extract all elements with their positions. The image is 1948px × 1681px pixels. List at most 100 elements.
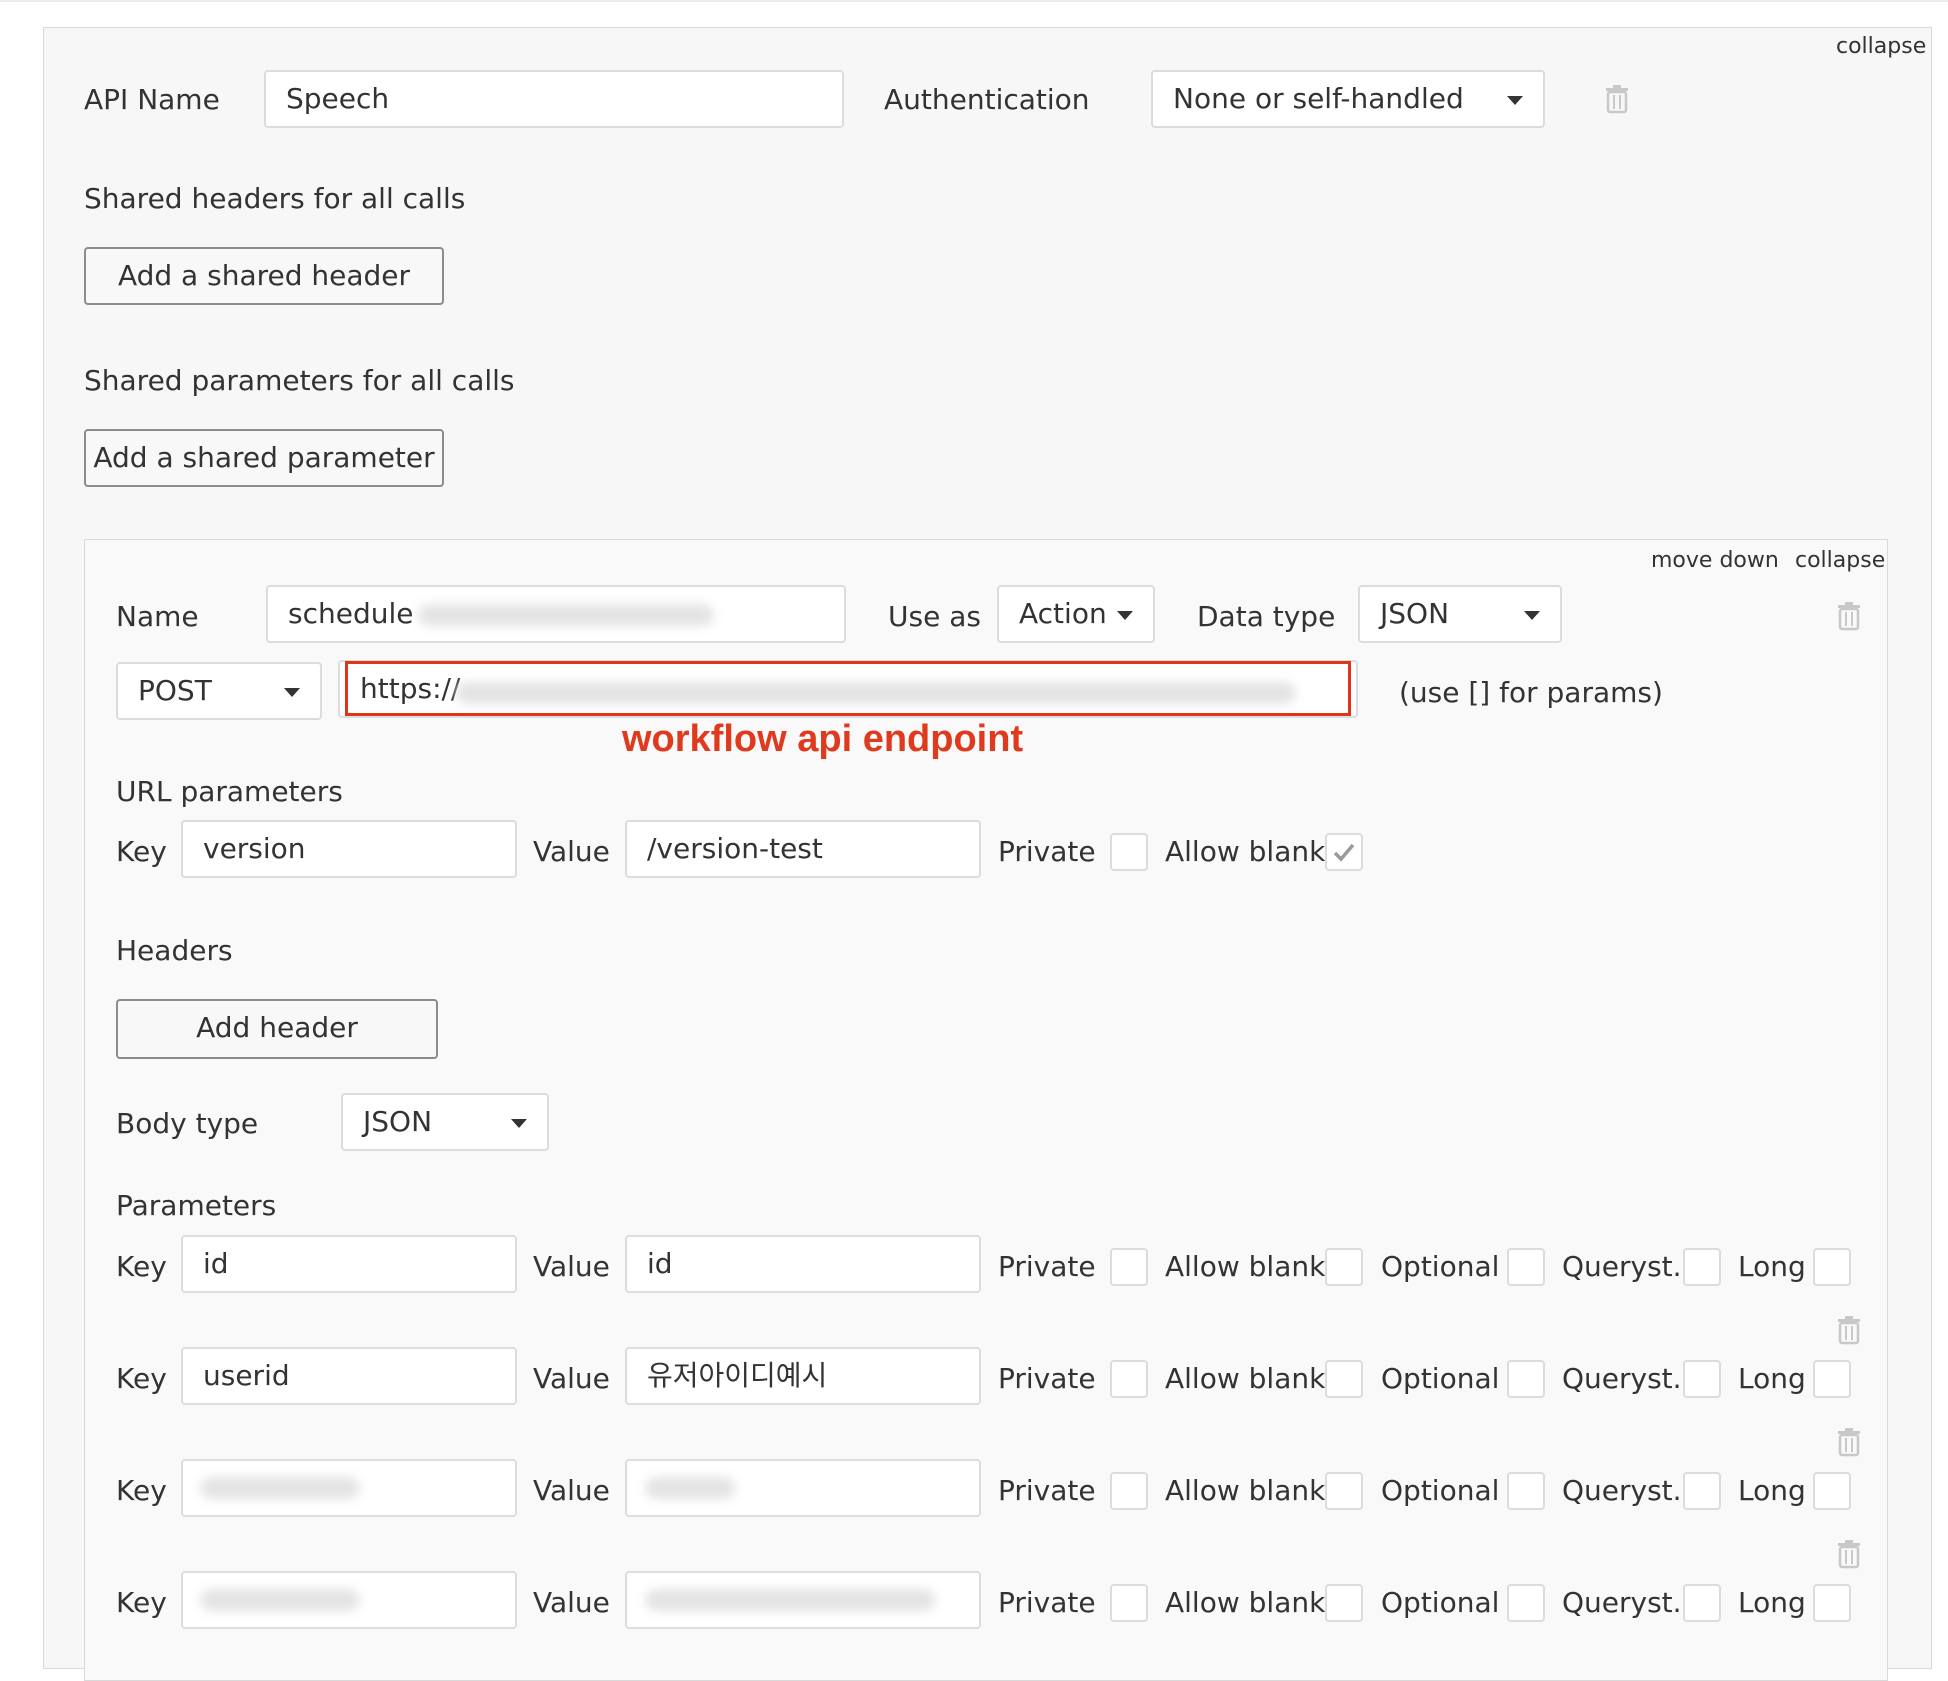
value-label: Value — [533, 1474, 610, 1507]
private-checkbox[interactable] — [1110, 1248, 1148, 1286]
private-checkbox[interactable] — [1110, 1472, 1148, 1510]
api-name-value: Speech — [286, 82, 390, 115]
data-type-select[interactable]: JSON — [1358, 585, 1562, 643]
url-highlight-box — [345, 661, 1351, 716]
private-label: Private — [998, 835, 1096, 868]
private-checkbox[interactable] — [1110, 1360, 1148, 1398]
add-shared-parameter-button[interactable]: Add a shared parameter — [84, 429, 444, 487]
use-as-label: Use as — [888, 600, 981, 633]
optional-checkbox[interactable] — [1507, 1472, 1545, 1510]
redacted-text — [200, 1477, 360, 1499]
call-name-label: Name — [116, 600, 199, 633]
param-key-input[interactable]: userid — [181, 1347, 517, 1405]
value-label: Value — [533, 835, 610, 868]
call-collapse-link[interactable]: collapse — [1795, 548, 1885, 574]
querystring-checkbox[interactable] — [1683, 1584, 1721, 1622]
private-label: Private — [998, 1250, 1096, 1283]
trash-icon[interactable] — [1836, 1315, 1862, 1345]
optional-label: Optional — [1381, 1250, 1500, 1283]
value-label: Value — [533, 1586, 610, 1619]
redacted-text — [200, 1589, 360, 1611]
queryst-label: Queryst. — [1562, 1362, 1682, 1395]
url-param-value-value: /version-test — [647, 832, 823, 865]
chevron-down-icon — [284, 688, 300, 697]
param-value-input[interactable]: id — [625, 1235, 981, 1293]
checkmark-icon — [1333, 843, 1355, 862]
key-label: Key — [116, 1362, 167, 1395]
private-label: Private — [998, 1586, 1096, 1619]
queryst-label: Queryst. — [1562, 1250, 1682, 1283]
shared-headers-label: Shared headers for all calls — [84, 182, 466, 215]
data-type-value: JSON — [1380, 597, 1450, 630]
api-name-input[interactable]: Speech — [264, 70, 844, 128]
allow-blank-checkbox[interactable] — [1325, 1248, 1363, 1286]
allow-blank-checkbox[interactable] — [1325, 833, 1363, 871]
value-label: Value — [533, 1362, 610, 1395]
allow-blank-label: Allow blank — [1165, 1250, 1326, 1283]
redacted-text — [418, 604, 714, 626]
key-label: Key — [116, 1586, 167, 1619]
long-label: Long — [1738, 1362, 1806, 1395]
long-checkbox[interactable] — [1813, 1472, 1851, 1510]
api-name-label: API Name — [84, 83, 220, 116]
allow-blank-label: Allow blank — [1165, 1474, 1326, 1507]
trash-icon[interactable] — [1604, 84, 1630, 114]
url-param-value-input[interactable]: /version-test — [625, 820, 981, 878]
chevron-down-icon — [1117, 611, 1133, 620]
trash-icon[interactable] — [1836, 601, 1862, 631]
long-checkbox[interactable] — [1813, 1584, 1851, 1622]
authentication-value: None or self-handled — [1173, 82, 1464, 115]
allow-blank-checkbox[interactable] — [1325, 1360, 1363, 1398]
param-value-value: id — [647, 1247, 673, 1280]
long-label: Long — [1738, 1250, 1806, 1283]
private-checkbox[interactable] — [1110, 1584, 1148, 1622]
long-checkbox[interactable] — [1813, 1248, 1851, 1286]
url-param-key-value: version — [203, 832, 306, 865]
url-param-key-input[interactable]: version — [181, 820, 517, 878]
optional-label: Optional — [1381, 1474, 1500, 1507]
key-label: Key — [116, 1250, 167, 1283]
http-method-select[interactable]: POST — [116, 662, 322, 720]
param-key-input[interactable]: id — [181, 1235, 517, 1293]
private-label: Private — [998, 1362, 1096, 1395]
redacted-text — [645, 1589, 935, 1611]
param-value-input[interactable]: 유저아이디예시 — [625, 1347, 981, 1405]
authentication-select[interactable]: None or self-handled — [1151, 70, 1545, 128]
body-type-select[interactable]: JSON — [341, 1093, 549, 1151]
chevron-down-icon — [1507, 96, 1523, 105]
data-type-label: Data type — [1197, 600, 1336, 633]
optional-checkbox[interactable] — [1507, 1248, 1545, 1286]
trash-icon[interactable] — [1836, 1539, 1862, 1569]
url-parameters-label: URL parameters — [116, 775, 343, 808]
use-as-value: Action — [1019, 597, 1107, 630]
queryst-label: Queryst. — [1562, 1474, 1682, 1507]
trash-icon[interactable] — [1836, 1427, 1862, 1457]
add-shared-header-button[interactable]: Add a shared header — [84, 247, 444, 305]
allow-blank-checkbox[interactable] — [1325, 1472, 1363, 1510]
queryst-label: Queryst. — [1562, 1586, 1682, 1619]
redacted-text — [645, 1477, 735, 1499]
querystring-checkbox[interactable] — [1683, 1360, 1721, 1398]
top-border — [0, 0, 1948, 2]
allow-blank-label: Allow blank — [1165, 1586, 1326, 1619]
authentication-label: Authentication — [884, 83, 1090, 116]
add-header-button[interactable]: Add header — [116, 999, 438, 1059]
shared-params-label: Shared parameters for all calls — [84, 364, 515, 397]
allow-blank-checkbox[interactable] — [1325, 1584, 1363, 1622]
optional-label: Optional — [1381, 1586, 1500, 1619]
use-as-select[interactable]: Action — [997, 585, 1155, 643]
parameters-label: Parameters — [116, 1189, 277, 1222]
optional-checkbox[interactable] — [1507, 1360, 1545, 1398]
querystring-checkbox[interactable] — [1683, 1248, 1721, 1286]
querystring-checkbox[interactable] — [1683, 1472, 1721, 1510]
move-down-link[interactable]: move down — [1651, 548, 1779, 574]
api-collapse-link[interactable]: collapse — [1836, 34, 1926, 60]
param-key-value: id — [203, 1247, 229, 1280]
private-checkbox[interactable] — [1110, 833, 1148, 871]
annotation-label: workflow api endpoint — [622, 718, 1024, 760]
long-checkbox[interactable] — [1813, 1360, 1851, 1398]
param-key-value: userid — [203, 1359, 290, 1392]
url-hint: (use [] for params) — [1399, 676, 1663, 709]
key-label: Key — [116, 1474, 167, 1507]
optional-checkbox[interactable] — [1507, 1584, 1545, 1622]
